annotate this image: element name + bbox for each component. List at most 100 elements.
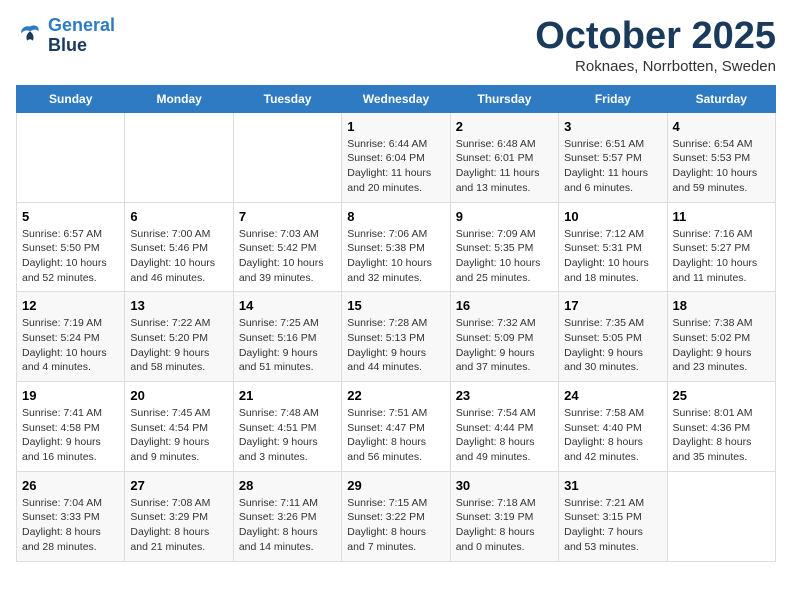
day-number: 3: [564, 119, 661, 134]
day-number: 26: [22, 478, 119, 493]
day-number: 7: [239, 209, 336, 224]
weekday-header: Tuesday: [233, 85, 341, 112]
calendar-cell: 18 Sunrise: 7:38 AM Sunset: 5:02 PM Dayli…: [667, 292, 775, 382]
day-number: 29: [347, 478, 444, 493]
day-number: 14: [239, 298, 336, 313]
calendar-cell: 29 Sunrise: 7:15 AM Sunset: 3:22 PM Dayli…: [342, 471, 450, 561]
day-number: 8: [347, 209, 444, 224]
calendar-week-row: 1Sunrise: 6:44 AM Sunset: 6:04 PM Daylig…: [17, 112, 776, 202]
calendar-cell: 26 Sunrise: 7:04 AM Sunset: 3:33 PM Dayli…: [17, 471, 125, 561]
calendar-cell: 17 Sunrise: 7:35 AM Sunset: 5:05 PM Dayli…: [559, 292, 667, 382]
calendar-cell: 28 Sunrise: 7:11 AM Sunset: 3:26 PM Dayli…: [233, 471, 341, 561]
weekday-header: Sunday: [17, 85, 125, 112]
day-number: 12: [22, 298, 119, 313]
calendar-cell: 2 Sunrise: 6:48 AM Sunset: 6:01 PM Daylig…: [450, 112, 558, 202]
weekday-header: Monday: [125, 85, 233, 112]
logo-text: GeneralBlue: [48, 16, 115, 56]
calendar-cell: 30 Sunrise: 7:18 AM Sunset: 3:19 PM Dayli…: [450, 471, 558, 561]
day-info: Sunrise: 7:16 AM Sunset: 5:27 PM Dayligh…: [673, 227, 770, 286]
day-info: Sunrise: 7:38 AM Sunset: 5:02 PM Dayligh…: [673, 316, 770, 375]
calendar-cell: 21 Sunrise: 7:48 AM Sunset: 4:51 PM Dayli…: [233, 382, 341, 472]
page-header: GeneralBlue October 2025 Roknaes, Norrbo…: [16, 16, 776, 75]
calendar-week-row: 19 Sunrise: 7:41 AM Sunset: 4:58 PM Dayli…: [17, 382, 776, 472]
calendar-cell: 7 Sunrise: 7:03 AM Sunset: 5:42 PM Daylig…: [233, 202, 341, 292]
weekday-header-row: SundayMondayTuesdayWednesdayThursdayFrid…: [17, 85, 776, 112]
calendar-cell: [17, 112, 125, 202]
calendar-cell: 11Sunrise: 7:16 AM Sunset: 5:27 PM Dayli…: [667, 202, 775, 292]
day-number: 16: [456, 298, 553, 313]
day-info: Sunrise: 7:04 AM Sunset: 3:33 PM Dayligh…: [22, 496, 119, 555]
day-info: Sunrise: 7:19 AM Sunset: 5:24 PM Dayligh…: [22, 316, 119, 375]
calendar-cell: 24Sunrise: 7:58 AM Sunset: 4:40 PM Dayli…: [559, 382, 667, 472]
day-info: Sunrise: 8:01 AM Sunset: 4:36 PM Dayligh…: [673, 406, 770, 465]
day-info: Sunrise: 7:28 AM Sunset: 5:13 PM Dayligh…: [347, 316, 444, 375]
calendar-cell: 4 Sunrise: 6:54 AM Sunset: 5:53 PM Daylig…: [667, 112, 775, 202]
calendar-week-row: 5 Sunrise: 6:57 AM Sunset: 5:50 PM Daylig…: [17, 202, 776, 292]
day-number: 9: [456, 209, 553, 224]
weekday-header: Thursday: [450, 85, 558, 112]
logo-icon: [16, 22, 44, 50]
day-number: 28: [239, 478, 336, 493]
day-info: Sunrise: 7:35 AM Sunset: 5:05 PM Dayligh…: [564, 316, 661, 375]
day-number: 5: [22, 209, 119, 224]
day-info: Sunrise: 7:22 AM Sunset: 5:20 PM Dayligh…: [130, 316, 227, 375]
calendar-cell: 13 Sunrise: 7:22 AM Sunset: 5:20 PM Dayli…: [125, 292, 233, 382]
day-number: 23: [456, 388, 553, 403]
day-number: 17: [564, 298, 661, 313]
day-number: 19: [22, 388, 119, 403]
day-number: 27: [130, 478, 227, 493]
calendar-cell: [233, 112, 341, 202]
day-info: Sunrise: 7:11 AM Sunset: 3:26 PM Dayligh…: [239, 496, 336, 555]
day-info: Sunrise: 7:41 AM Sunset: 4:58 PM Dayligh…: [22, 406, 119, 465]
calendar-cell: 25Sunrise: 8:01 AM Sunset: 4:36 PM Dayli…: [667, 382, 775, 472]
calendar-cell: 9 Sunrise: 7:09 AM Sunset: 5:35 PM Daylig…: [450, 202, 558, 292]
calendar-cell: 3 Sunrise: 6:51 AM Sunset: 5:57 PM Daylig…: [559, 112, 667, 202]
calendar-cell: 15 Sunrise: 7:28 AM Sunset: 5:13 PM Dayli…: [342, 292, 450, 382]
day-number: 21: [239, 388, 336, 403]
day-number: 13: [130, 298, 227, 313]
calendar-week-row: 26 Sunrise: 7:04 AM Sunset: 3:33 PM Dayli…: [17, 471, 776, 561]
day-number: 15: [347, 298, 444, 313]
calendar-cell: 19 Sunrise: 7:41 AM Sunset: 4:58 PM Dayli…: [17, 382, 125, 472]
calendar-cell: 31Sunrise: 7:21 AM Sunset: 3:15 PM Dayli…: [559, 471, 667, 561]
day-number: 4: [673, 119, 770, 134]
day-info: Sunrise: 7:06 AM Sunset: 5:38 PM Dayligh…: [347, 227, 444, 286]
calendar-cell: 6 Sunrise: 7:00 AM Sunset: 5:46 PM Daylig…: [125, 202, 233, 292]
calendar-cell: 20 Sunrise: 7:45 AM Sunset: 4:54 PM Dayli…: [125, 382, 233, 472]
day-info: Sunrise: 6:48 AM Sunset: 6:01 PM Dayligh…: [456, 137, 553, 196]
weekday-header: Friday: [559, 85, 667, 112]
day-info: Sunrise: 7:18 AM Sunset: 3:19 PM Dayligh…: [456, 496, 553, 555]
calendar-table: SundayMondayTuesdayWednesdayThursdayFrid…: [16, 85, 776, 562]
calendar-cell: 12 Sunrise: 7:19 AM Sunset: 5:24 PM Dayli…: [17, 292, 125, 382]
calendar-cell: 27 Sunrise: 7:08 AM Sunset: 3:29 PM Dayli…: [125, 471, 233, 561]
day-info: Sunrise: 6:57 AM Sunset: 5:50 PM Dayligh…: [22, 227, 119, 286]
day-number: 2: [456, 119, 553, 134]
day-info: Sunrise: 7:00 AM Sunset: 5:46 PM Dayligh…: [130, 227, 227, 286]
month-title: October 2025: [535, 16, 776, 58]
day-info: Sunrise: 7:45 AM Sunset: 4:54 PM Dayligh…: [130, 406, 227, 465]
day-info: Sunrise: 7:08 AM Sunset: 3:29 PM Dayligh…: [130, 496, 227, 555]
calendar-cell: 16Sunrise: 7:32 AM Sunset: 5:09 PM Dayli…: [450, 292, 558, 382]
day-number: 22: [347, 388, 444, 403]
calendar-cell: 1Sunrise: 6:44 AM Sunset: 6:04 PM Daylig…: [342, 112, 450, 202]
weekday-header: Saturday: [667, 85, 775, 112]
day-info: Sunrise: 6:54 AM Sunset: 5:53 PM Dayligh…: [673, 137, 770, 196]
day-number: 18: [673, 298, 770, 313]
calendar-cell: 10Sunrise: 7:12 AM Sunset: 5:31 PM Dayli…: [559, 202, 667, 292]
day-info: Sunrise: 7:51 AM Sunset: 4:47 PM Dayligh…: [347, 406, 444, 465]
calendar-cell: [667, 471, 775, 561]
day-number: 6: [130, 209, 227, 224]
day-number: 30: [456, 478, 553, 493]
day-info: Sunrise: 7:21 AM Sunset: 3:15 PM Dayligh…: [564, 496, 661, 555]
day-info: Sunrise: 7:48 AM Sunset: 4:51 PM Dayligh…: [239, 406, 336, 465]
day-info: Sunrise: 7:25 AM Sunset: 5:16 PM Dayligh…: [239, 316, 336, 375]
day-info: Sunrise: 6:51 AM Sunset: 5:57 PM Dayligh…: [564, 137, 661, 196]
title-section: October 2025 Roknaes, Norrbotten, Sweden: [535, 16, 776, 75]
day-number: 20: [130, 388, 227, 403]
day-info: Sunrise: 7:15 AM Sunset: 3:22 PM Dayligh…: [347, 496, 444, 555]
day-info: Sunrise: 7:09 AM Sunset: 5:35 PM Dayligh…: [456, 227, 553, 286]
day-info: Sunrise: 7:03 AM Sunset: 5:42 PM Dayligh…: [239, 227, 336, 286]
day-info: Sunrise: 7:12 AM Sunset: 5:31 PM Dayligh…: [564, 227, 661, 286]
calendar-cell: 8 Sunrise: 7:06 AM Sunset: 5:38 PM Daylig…: [342, 202, 450, 292]
weekday-header: Wednesday: [342, 85, 450, 112]
